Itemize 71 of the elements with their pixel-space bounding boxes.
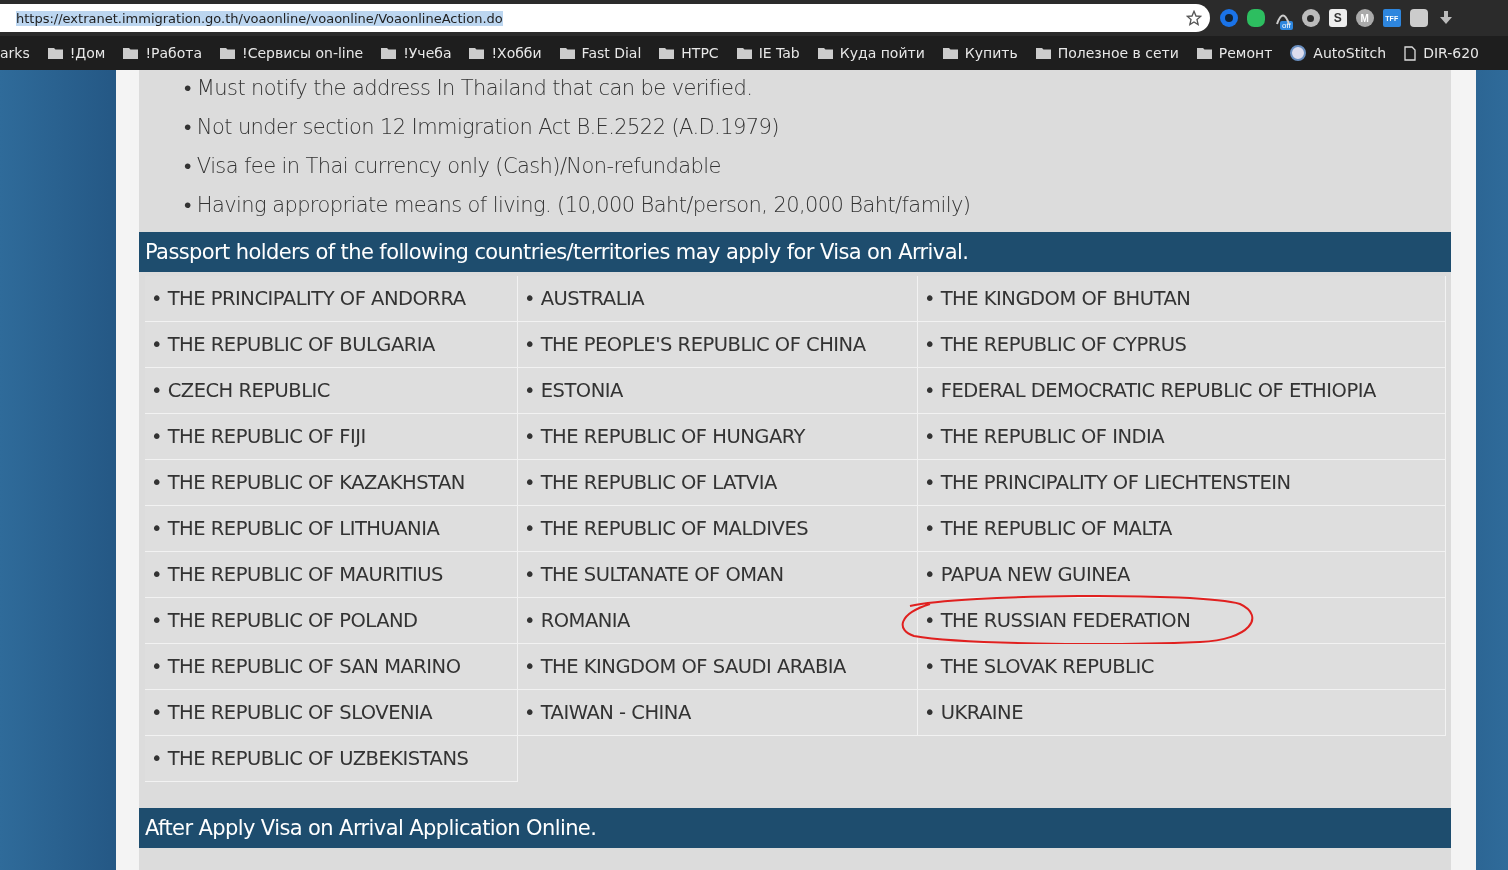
bookmark-link[interactable]: !Работа [123,45,202,61]
country-cell: • TAIWAN - CHINA [518,690,918,736]
globe-icon [1290,45,1307,61]
bookmark-link[interactable]: !Учеба [381,45,452,61]
country-cell: • THE REPUBLIC OF LATVIA [518,460,918,506]
country-cell: • FEDERAL DEMOCRATIC REPUBLIC OF ETHIOPIA [918,368,1446,414]
letter-extension-icon[interactable]: S [1328,9,1347,27]
country-cell: • THE REPUBLIC OF UZBEKISTANS [145,736,518,782]
bookmark-link[interactable]: AutoStitch [1290,45,1387,61]
bookmark-link[interactable]: HTPC [659,45,719,61]
country-cell: • PAPUA NEW GUINEA [918,552,1446,598]
country-cell: • THE REPUBLIC OF KAZAKHSTAN [145,460,518,506]
bookmark-link[interactable]: Купить [942,45,1018,61]
country-cell: • THE PEOPLE'S REPUBLIC OF CHINA [518,322,918,368]
country-cell: • THE SULTANATE OF OMAN [518,552,918,598]
requirement-text: • Having appropriate means of living. (10,000 Baht/person, 20,000 Baht/family) [184,192,972,219]
requirement-text: • Visa fee in Thai currency only (Cash)/Non-refundable [184,153,722,180]
ring-icon[interactable] [1301,9,1320,27]
country-cell: • UKRAINE [918,690,1446,736]
country-cell: • THE KINGDOM OF SAUDI ARABIA [518,644,918,690]
folder-icon [381,47,397,59]
address-bar[interactable]: https://extranet.immigration.go.th/voaonline/voaonline/VoaonlineAction.do [0,4,1210,32]
bookmark-link[interactable]: IE Tab [736,45,800,61]
bookmark-link[interactable]: !Хобби [469,45,542,61]
requirement-text: • Not under section 12 Immigration Act B.E.2522 (A.D.1979) [184,114,780,141]
folder-icon [220,47,235,59]
country-cell: • THE REPUBLIC OF HUNGARY [518,414,918,460]
country-cell: • THE REPUBLIC OF POLAND [145,598,518,644]
bookmark-link[interactable]: !Сервисы on-line [220,45,364,61]
folder-icon [1035,47,1051,59]
folder-icon [123,47,139,59]
bookmark-link[interactable]: Полезное в сети [1035,45,1179,61]
country-cell: • THE REPUBLIC OF INDIA [918,414,1446,460]
country-cell: • THE KINGDOM OF BHUTAN [918,276,1446,322]
country-cell: • THE REPUBLIC OF LITHUANIA [145,506,518,552]
section-heading: After Apply Visa on Arrival Application Online. [139,808,1451,848]
country-cell: • THE REPUBLIC OF MAURITIUS [145,552,518,598]
folder-icon [659,47,675,59]
country-cell: • AUSTRALIA [518,276,918,322]
off-badge: off [1280,21,1293,30]
country-cell: • ROMANIA [518,598,918,644]
country-cell: • THE REPUBLIC OF MALTA [918,506,1446,552]
page-icon [1404,45,1417,61]
country-cell: • THE REPUBLIC OF CYPRUS [918,322,1446,368]
section-heading: Passport holders of the following countries/territories may apply for Visa on Arrival. [139,232,1451,272]
country-cell: • ESTONIA [518,368,918,414]
bookmark-link[interactable]: Fast Dial [559,45,642,61]
bookmark-link[interactable]: DIR-620 [1404,45,1479,61]
requirement-text: • Must notify the address In Thailand that can be verified. [184,75,754,102]
country-cell: • THE SLOVAK REPUBLIC [918,644,1446,690]
star-icon[interactable] [1186,10,1202,26]
country-cell: • THE REPUBLIC OF BULGARIA [145,322,518,368]
country-cell: • THE REPUBLIC OF SAN MARINO [145,644,518,690]
bookmark-link[interactable]: Куда пойти [817,45,925,61]
country-cell: • THE REPUBLIC OF FIJI [145,414,518,460]
country-cell: • THE PRINCIPALITY OF ANDORRA [145,276,518,322]
country-cell: • THE PRINCIPALITY OF LIECHTENSTEIN [918,460,1446,506]
bookmark-link[interactable]: !Дом [47,45,106,61]
folder-icon [817,47,833,59]
folder-icon [942,47,958,59]
folder-icon [47,47,63,59]
folder-icon [1196,47,1212,59]
url-text: https://extranet.immigration.go.th/voaonline/voaonline/VoaonlineAction.do [16,10,503,26]
country-cell: • THE REPUBLIC OF SLOVENIA [145,690,518,736]
bookmark-link[interactable]: Ремонт [1196,45,1273,61]
folder-icon [736,47,752,59]
folder-icon [469,47,485,59]
country-cell: • THE REPUBLIC OF MALDIVES [518,506,918,552]
country-cell: • CZECH REPUBLIC [145,368,518,414]
bookmark-link[interactable]: arks [0,45,30,61]
folder-icon [559,47,575,59]
